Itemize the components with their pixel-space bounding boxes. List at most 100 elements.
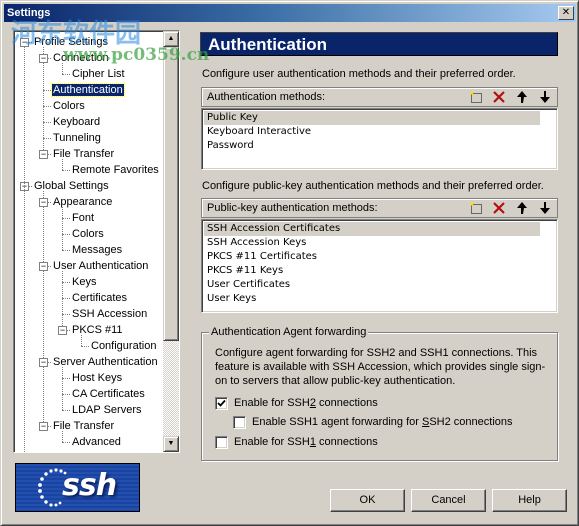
cancel-button[interactable]: Cancel (411, 489, 486, 512)
list-item[interactable]: SSH Accession Keys (204, 236, 540, 250)
auth-methods-list[interactable]: Public Key Keyboard Interactive Password (201, 108, 558, 170)
enable-ssh1-for-ssh2-checkbox[interactable] (233, 415, 246, 429)
scroll-thumb[interactable] (163, 47, 179, 341)
tree-item[interactable]: Connection (52, 50, 110, 66)
collapse-toggle-icon[interactable]: − (39, 54, 48, 63)
agent-forwarding-description: Configure agent forwarding for SSH2 and … (215, 347, 546, 387)
tree-item[interactable]: Font (71, 210, 95, 226)
help-button[interactable]: Help (492, 489, 567, 512)
tree-connector (43, 191, 44, 426)
arrow-down-icon (540, 202, 550, 214)
pk-methods-description: Configure public-key authentication meth… (202, 180, 544, 192)
tree-connector (62, 207, 63, 250)
tree-item-label: Messages (72, 244, 123, 256)
tree-item-label: Host Keys (72, 372, 123, 384)
tree-item[interactable]: Colors (71, 226, 105, 242)
collapse-toggle-icon[interactable]: − (58, 326, 67, 335)
tree-item[interactable]: Keys (71, 274, 97, 290)
close-button[interactable]: ✕ (558, 6, 574, 20)
list-item[interactable]: PKCS #11 Certificates (204, 250, 540, 264)
scroll-up-button[interactable]: ▲ (163, 31, 179, 47)
collapse-toggle-icon[interactable]: − (39, 422, 48, 431)
new-item-icon (469, 90, 482, 103)
tree-connector (62, 410, 70, 411)
pk-methods-list[interactable]: SSH Accession Certificates SSH Accession … (201, 219, 558, 313)
enable-ssh1-checkbox[interactable] (215, 435, 228, 449)
tree-scrollbar[interactable]: ▲ ▼ (163, 31, 179, 452)
settings-tree[interactable]: Profile Settings − Connection − Cipher List A… (13, 30, 180, 453)
scroll-down-button[interactable]: ▼ (163, 436, 179, 452)
list-item[interactable]: User Certificates (204, 278, 540, 292)
tree-item[interactable]: Certificates (71, 290, 128, 306)
move-up-auth-method-button[interactable] (514, 89, 530, 105)
tree-item[interactable]: Cipher List (71, 66, 126, 82)
move-down-auth-method-button[interactable] (537, 89, 553, 105)
tree-item[interactable]: User Authentication (52, 258, 149, 274)
tree-connector (62, 74, 70, 75)
tree-item[interactable]: LDAP Servers (71, 402, 143, 418)
tree-connector (62, 234, 70, 235)
tree-content: Profile Settings − Connection − Cipher List A… (14, 31, 164, 452)
delete-pk-method-button[interactable] (491, 200, 507, 216)
tree-item[interactable]: Tunneling (52, 130, 102, 146)
pk-methods-header: Public-key authentication methods: (201, 198, 558, 218)
auth-methods-description: Configure user authentication methods an… (202, 68, 516, 80)
tree-connector (62, 250, 70, 251)
pk-methods-header-label: Public-key authentication methods: (207, 202, 378, 214)
list-item[interactable]: Keyboard Interactive (204, 125, 540, 139)
add-pk-method-button[interactable] (468, 200, 484, 216)
arrow-down-icon: ▼ (167, 440, 175, 447)
collapse-toggle-icon[interactable]: − (39, 262, 48, 271)
tree-item-label: Authentication (51, 83, 125, 97)
list-item[interactable]: Password (204, 139, 540, 153)
tree-connector (62, 298, 70, 299)
tree-item[interactable]: Keyboard (52, 114, 101, 130)
tree-connector (62, 442, 70, 443)
move-down-pk-method-button[interactable] (537, 200, 553, 216)
tree-item[interactable]: Configuration (90, 338, 157, 354)
tree-item-label: Tunneling (53, 132, 101, 144)
arrow-up-icon (517, 202, 527, 214)
list-item[interactable]: Public Key (204, 111, 540, 125)
collapse-toggle-icon[interactable]: − (39, 358, 48, 367)
collapse-toggle-icon[interactable]: − (39, 198, 48, 207)
tree-item-label: Font (72, 212, 95, 224)
tree-item[interactable]: Remote Favorites (71, 162, 160, 178)
tree-item[interactable]: Server Authentication (52, 354, 159, 370)
enable-ssh2-checkbox[interactable] (215, 396, 228, 410)
tree-item[interactable]: CA Certificates (71, 386, 146, 402)
tree-item[interactable]: Authentication (51, 82, 125, 98)
tree-connector (62, 314, 70, 315)
tree-connector (62, 394, 70, 395)
tree-item[interactable]: Host Keys (71, 370, 123, 386)
tree-item[interactable]: Advanced (71, 434, 122, 450)
tree-item-label: Global Settings (34, 180, 109, 192)
tree-item[interactable]: Global Settings (33, 178, 110, 194)
add-auth-method-button[interactable] (468, 89, 484, 105)
enable-ssh1-for-ssh2-checkbox-row[interactable]: Enable SSH1 agent forwarding for SSH2 co… (233, 415, 513, 429)
move-up-pk-method-button[interactable] (514, 200, 530, 216)
tree-item[interactable]: Profile Settings (33, 34, 109, 50)
auth-methods-header-label: Authentication methods: (207, 91, 326, 103)
tree-connector (62, 271, 63, 330)
title-bar: Settings ✕ (4, 4, 576, 22)
list-item[interactable]: User Keys (204, 292, 540, 306)
tree-item[interactable]: Messages (71, 242, 123, 258)
tree-item[interactable]: Colors (52, 98, 86, 114)
tree-item[interactable]: PKCS #11 (71, 322, 124, 338)
list-item[interactable]: SSH Accession Certificates (204, 222, 540, 236)
tree-item[interactable]: SSH Accession (71, 306, 148, 322)
tree-item-label: Colors (53, 100, 85, 112)
tree-item-label: PKCS #11 (72, 324, 123, 336)
ssh-logo: ssh (15, 463, 140, 512)
enable-ssh1-checkbox-row[interactable]: Enable for SSH1 connections (215, 435, 378, 449)
list-item[interactable]: PKCS #11 Keys (204, 264, 540, 278)
ok-button[interactable]: OK (330, 489, 405, 512)
collapse-toggle-icon[interactable]: − (39, 150, 48, 159)
tree-item-label: Cipher List (72, 68, 125, 80)
enable-ssh2-checkbox-row[interactable]: Enable for SSH2 connections (215, 396, 378, 410)
delete-auth-method-button[interactable] (491, 89, 507, 105)
collapse-toggle-icon[interactable]: − (20, 38, 29, 47)
tree-connector (81, 335, 82, 346)
tree-connector (43, 106, 51, 107)
